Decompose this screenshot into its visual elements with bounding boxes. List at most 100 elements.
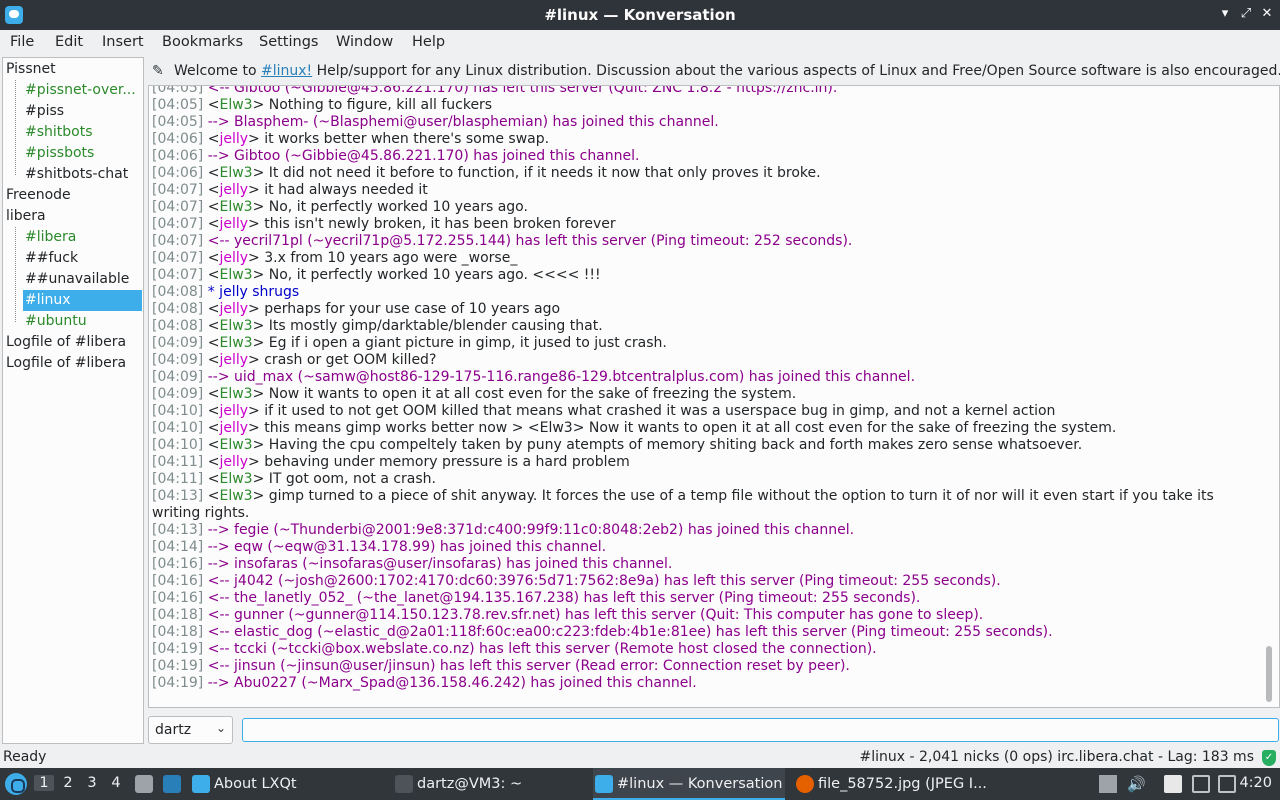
tree-channel-libera[interactable]: #libera xyxy=(25,227,141,248)
file-manager-icon[interactable] xyxy=(163,775,181,793)
chat-nick[interactable]: Elw3 xyxy=(219,386,252,402)
desktop-1-button[interactable]: 1 xyxy=(34,775,54,791)
chat-line: [04:10] <Elw3> Having the cpu compeltely… xyxy=(152,437,1083,453)
start-menu-icon[interactable] xyxy=(5,773,27,795)
chat-nick[interactable]: jelly xyxy=(219,216,248,232)
chat-message-text: this isn't newly broken, it has been bro… xyxy=(264,216,616,232)
tree-channel-shitbots[interactable]: #shitbots xyxy=(25,122,141,143)
chat-nick[interactable]: jelly xyxy=(219,454,248,470)
chat-timestamp: [04:11] xyxy=(152,471,204,487)
tree-branch-line xyxy=(15,227,16,322)
topic-channel-link[interactable]: #linux! xyxy=(261,63,312,79)
menu-window[interactable]: Window xyxy=(336,34,393,50)
trash-icon[interactable] xyxy=(1099,775,1117,793)
tree-branch-line xyxy=(15,80,16,175)
chat-nick[interactable]: Elw3 xyxy=(219,165,252,181)
chat-message-text: No, it perfectly worked 10 years ago. xyxy=(268,199,528,215)
chat-nick[interactable]: Elw3 xyxy=(219,318,252,334)
task-about-lxqt[interactable]: About LXQt xyxy=(190,768,385,800)
chat-timestamp: [04:06] xyxy=(152,131,204,147)
chat-timestamp: [04:07] xyxy=(152,267,204,283)
chat-scrollbar[interactable] xyxy=(1259,86,1279,707)
tree-logfile-libera[interactable]: Logfile of #libera xyxy=(6,353,142,374)
desktop-3-button[interactable]: 3 xyxy=(82,775,102,791)
chat-system-text: <-- the_lanetly_052_ (~the_lanet@194.135… xyxy=(207,590,921,606)
chat-nick[interactable]: jelly xyxy=(219,420,248,436)
scrollbar-thumb[interactable] xyxy=(1266,646,1272,702)
chat-timestamp: [04:10] xyxy=(152,403,204,419)
chat-nick[interactable]: Elw3 xyxy=(219,97,252,113)
tree-channel-ubuntu[interactable]: #ubuntu xyxy=(25,311,141,332)
clock[interactable]: 4:20 xyxy=(1239,775,1272,791)
screen-icon[interactable] xyxy=(1218,775,1236,793)
chat-message-text: it works better when there's some swap. xyxy=(264,131,550,147)
chat-nick[interactable]: jelly xyxy=(219,352,248,368)
chat-system-text: --> Gibtoo (~Gibbie@45.86.221.170) has j… xyxy=(207,148,640,164)
chat-nick[interactable]: Elw3 xyxy=(219,267,252,283)
close-button[interactable]: ✕ xyxy=(1258,5,1276,23)
tree-channel-piss[interactable]: #piss xyxy=(25,101,141,122)
chat-system-text: --> Blasphem- (~Blasphemi@user/blasphemi… xyxy=(207,114,719,130)
minimize-button[interactable]: ▾ xyxy=(1216,5,1234,23)
chat-timestamp: [04:07] xyxy=(152,233,204,249)
chat-line: [04:08] <Elw3> Its mostly gimp/darktable… xyxy=(152,318,603,334)
chat-system-text: --> uid_max (~samw@host86-129-175-116.ra… xyxy=(207,369,916,385)
tree-channel-unavailable[interactable]: ##unavailable xyxy=(25,269,141,290)
tree-server-pissnet[interactable]: Pissnet xyxy=(6,59,142,80)
menu-file[interactable]: File xyxy=(10,34,34,50)
tree-channel-shitbots-chat[interactable]: #shitbots-chat xyxy=(25,164,141,185)
chat-line: [04:14] --> eqw (~eqw@31.134.178.99) has… xyxy=(152,539,1257,556)
chat-nick[interactable]: Elw3 xyxy=(219,488,252,504)
chat-line: [04:07] <Elw3> No, it perfectly worked 1… xyxy=(152,267,601,283)
chat-nick[interactable]: Elw3 xyxy=(219,199,252,215)
chat-line: [04:06] --> Gibtoo (~Gibbie@45.86.221.17… xyxy=(152,148,1257,165)
desktop-2-button[interactable]: 2 xyxy=(58,775,78,791)
menu-bookmarks[interactable]: Bookmarks xyxy=(162,34,243,50)
tree-server-libera[interactable]: libera xyxy=(6,206,142,227)
tree-server-freenode[interactable]: Freenode xyxy=(6,185,142,206)
show-desktop-icon[interactable] xyxy=(135,775,153,793)
maximize-button[interactable]: ⤢ xyxy=(1237,5,1255,23)
desktop-4-button[interactable]: 4 xyxy=(106,775,126,791)
chat-view[interactable]: [04:05] <-- Gibtoo (~Gibbie@45.86.221.17… xyxy=(148,85,1280,708)
chat-timestamp: [04:07] xyxy=(152,216,204,232)
chat-nick[interactable]: jelly xyxy=(219,131,248,147)
nick-selector[interactable]: dartz ⌄ xyxy=(148,716,233,744)
chat-timestamp: [04:11] xyxy=(152,454,204,470)
menu-insert[interactable]: Insert xyxy=(102,34,144,50)
chat-line: [04:19] <-- jinsun (~jinsun@user/jinsun)… xyxy=(152,658,1257,675)
chat-line: [04:11] <jelly> behaving under memory pr… xyxy=(152,454,630,470)
chat-nick[interactable]: jelly xyxy=(219,250,248,266)
chat-nick[interactable]: jelly xyxy=(219,403,248,419)
chat-nick[interactable]: jelly xyxy=(219,301,248,317)
chat-nick[interactable]: Elw3 xyxy=(219,437,252,453)
task-firefox[interactable]: file_58752.jpg (JPEG I... xyxy=(794,768,994,800)
tree-channel-pissnet-overflow[interactable]: #pissnet-over... xyxy=(25,80,141,101)
chat-message-text: if it used to not get OOM killed that me… xyxy=(264,403,1056,419)
tree-channel-linux[interactable]: #linux xyxy=(23,290,142,311)
chat-nick[interactable]: Elw3 xyxy=(219,471,252,487)
chat-line: [04:13] --> fegie (~Thunderbi@2001:9e8:3… xyxy=(152,522,1257,539)
network-icon[interactable] xyxy=(1192,775,1210,793)
clipboard-icon[interactable] xyxy=(1164,775,1182,793)
menu-settings[interactable]: Settings xyxy=(259,34,318,50)
chat-nick[interactable]: Elw3 xyxy=(219,335,252,351)
taskbar: 1 2 3 4 About LXQt dartz@VM3: ~ #linux —… xyxy=(0,768,1280,800)
tree-channel-fuck[interactable]: ##fuck xyxy=(25,248,141,269)
topic-rest: Help/support for any Linux distribution.… xyxy=(312,63,1280,79)
edit-topic-icon[interactable]: ✎ xyxy=(152,63,164,79)
menu-help[interactable]: Help xyxy=(412,34,445,50)
task-konversation[interactable]: #linux — Konversation xyxy=(593,768,785,800)
tree-channel-pissbots[interactable]: #pissbots xyxy=(25,143,141,164)
chat-timestamp: [04:08] xyxy=(152,318,204,334)
chat-timestamp: [04:07] xyxy=(152,182,204,198)
task-terminal[interactable]: dartz@VM3: ~ xyxy=(393,768,588,800)
chat-system-text: --> Abu0227 (~Marx_Spad@136.158.46.242) … xyxy=(207,675,697,691)
chat-nick[interactable]: jelly xyxy=(219,182,248,198)
menu-edit[interactable]: Edit xyxy=(55,34,83,50)
topic-prefix: Welcome to xyxy=(174,63,261,79)
message-input[interactable] xyxy=(242,718,1279,742)
volume-icon[interactable]: 🔊 xyxy=(1127,775,1146,793)
tree-logfile-libera[interactable]: Logfile of #libera xyxy=(6,332,142,353)
chat-line: [04:11] <Elw3> IT got oom, not a crash. xyxy=(152,471,436,487)
